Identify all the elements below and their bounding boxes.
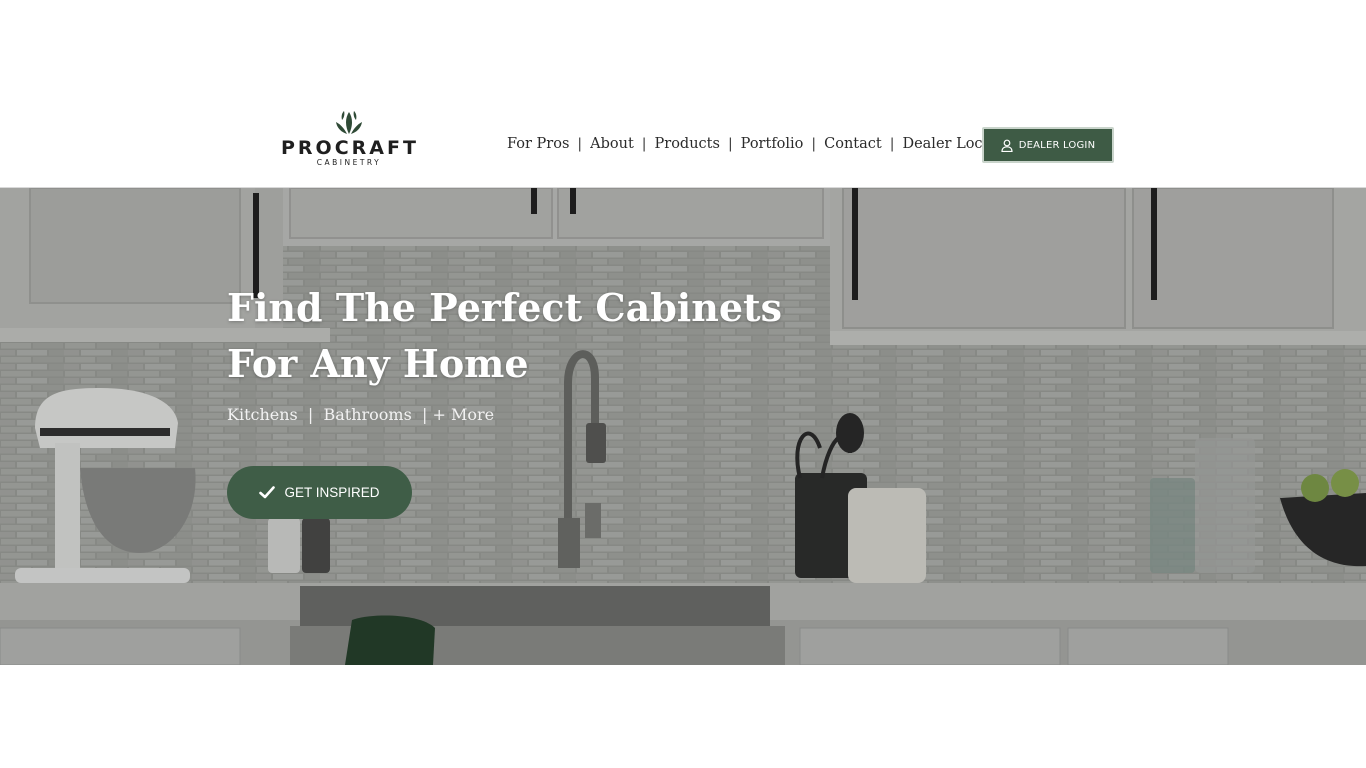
nav-link-for-pros[interactable]: For Pros <box>507 136 569 152</box>
nav-separator: | <box>811 136 817 152</box>
main-nav: For Pros | About | Products | Portfolio … <box>507 133 1013 155</box>
nav-link-about[interactable]: About <box>590 136 634 152</box>
site-header: PROCRAFT CABINETRY For Pros | About | Pr… <box>0 96 1366 188</box>
dealer-login-label: DEALER LOGIN <box>1018 139 1096 151</box>
hero-subtitle: Kitchens | Bathrooms | + More <box>227 405 495 424</box>
brand-logo[interactable]: PROCRAFT CABINETRY <box>281 110 417 180</box>
user-icon <box>1001 139 1013 152</box>
nav-link-products[interactable]: Products <box>655 136 720 152</box>
nav-link-contact[interactable]: Contact <box>824 136 882 152</box>
hero-title: Find The Perfect Cabinets For Any Home <box>227 285 782 386</box>
nav-link-portfolio[interactable]: Portfolio <box>741 136 804 152</box>
hero-section: Find The Perfect Cabinets For Any Home K… <box>0 188 1366 665</box>
nav-separator: | <box>641 136 647 152</box>
leaf-logo-icon <box>336 111 362 134</box>
nav-separator: | <box>727 136 733 152</box>
nav-separator: | <box>577 136 583 152</box>
nav-separator: | <box>889 136 895 152</box>
brand-tagline: CABINETRY <box>316 158 382 167</box>
dealer-login-button[interactable]: DEALER LOGIN <box>982 127 1114 163</box>
get-inspired-label: GET INSPIRED <box>284 485 380 500</box>
check-icon <box>259 486 276 499</box>
brand-name: PROCRAFT <box>281 137 419 159</box>
kitchen-background-image <box>0 188 1366 665</box>
get-inspired-button[interactable]: GET INSPIRED <box>227 466 412 519</box>
